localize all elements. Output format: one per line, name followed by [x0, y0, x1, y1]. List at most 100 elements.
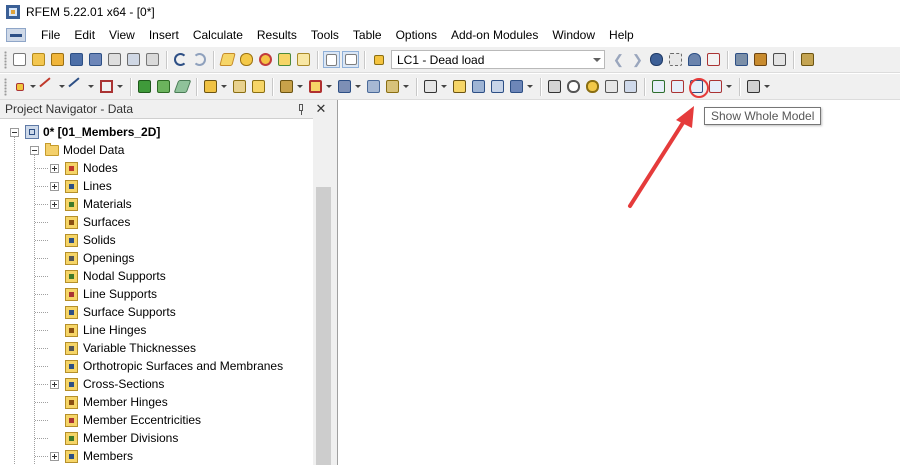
move-button[interactable] [546, 78, 563, 95]
printout-report-button[interactable] [125, 51, 142, 68]
menu-file[interactable]: File [34, 24, 67, 46]
tree-item-row[interactable]: Openings [50, 249, 134, 267]
tree-item-row[interactable]: Members [50, 447, 133, 465]
new-line-button[interactable] [39, 77, 58, 96]
chevron-down-icon[interactable] [527, 85, 533, 88]
view-in-minus-y-button[interactable] [707, 78, 724, 95]
view-in-x-button[interactable] [650, 78, 667, 95]
collapse-icon[interactable] [30, 145, 39, 155]
tree-item-row[interactable]: Orthotropic Surfaces and Membranes [50, 357, 283, 375]
new-member-button[interactable] [68, 77, 87, 96]
display-values-button[interactable] [667, 51, 684, 68]
expand-icon[interactable] [50, 451, 59, 461]
check-button[interactable] [276, 51, 293, 68]
tree-item-row[interactable]: Surfaces [50, 213, 130, 231]
tree-item-row[interactable]: Nodal Supports [50, 267, 166, 285]
expand-icon[interactable] [50, 163, 59, 173]
chevron-down-icon[interactable] [117, 85, 123, 88]
expand-icon[interactable] [50, 379, 59, 389]
animation-button[interactable] [733, 51, 750, 68]
tree-item-row[interactable]: Line Hinges [50, 321, 146, 339]
tree-item-row[interactable]: Variable Thicknesses [50, 339, 196, 357]
tree-item-row[interactable]: Solids [50, 231, 116, 249]
load-wizard-button[interactable] [202, 78, 219, 95]
system-menu-icon[interactable] [6, 28, 26, 42]
surface-loads-button[interactable] [250, 78, 267, 95]
result-combination-button[interactable] [384, 78, 401, 95]
copy-window-button[interactable] [295, 51, 312, 68]
results-on-off-button[interactable] [648, 51, 665, 68]
calculate-button[interactable] [422, 78, 439, 95]
show-results-button[interactable] [686, 51, 703, 68]
next-load-case-button[interactable]: ❯ [629, 51, 646, 68]
tree-item-row[interactable]: Lines [50, 177, 112, 195]
chevron-down-icon[interactable] [59, 85, 65, 88]
edit-pencil-button[interactable] [219, 51, 236, 68]
show-navigator-button[interactable] [323, 51, 340, 68]
save-all-button[interactable] [87, 51, 104, 68]
menu-add-on-modules[interactable]: Add-on Modules [444, 24, 545, 46]
menu-view[interactable]: View [102, 24, 142, 46]
scrollbar-thumb[interactable] [316, 187, 331, 465]
target-button[interactable] [257, 51, 274, 68]
print-button[interactable] [106, 51, 123, 68]
result-values-button[interactable] [705, 51, 722, 68]
previous-load-case-button[interactable]: ❮ [610, 51, 627, 68]
section-cut-button[interactable] [752, 51, 769, 68]
close-icon[interactable]: ✕ [315, 102, 327, 115]
chevron-down-icon[interactable] [30, 85, 36, 88]
redo-button[interactable] [191, 51, 208, 68]
frame-button[interactable] [307, 78, 324, 95]
tree-model-data-row[interactable]: Model Data [30, 141, 124, 159]
load-case-dropdown[interactable]: LC1 - Dead load [391, 50, 605, 69]
view-in-y-button[interactable] [669, 78, 686, 95]
save-button[interactable] [68, 51, 85, 68]
menu-tools[interactable]: Tools [304, 24, 346, 46]
tree-item-row[interactable]: Materials [50, 195, 132, 213]
tree-item-row[interactable]: Line Supports [50, 285, 157, 303]
rendering-button[interactable] [745, 78, 762, 95]
expand-icon[interactable] [50, 181, 59, 191]
tree-item-row[interactable]: Nodes [50, 159, 118, 177]
smooth-ranges-button[interactable] [771, 51, 788, 68]
menu-table[interactable]: Table [346, 24, 389, 46]
new-hinge-button[interactable] [155, 78, 172, 95]
chevron-down-icon[interactable] [326, 85, 332, 88]
chevron-down-icon[interactable] [441, 85, 447, 88]
view-in-z-button[interactable] [688, 78, 705, 95]
chevron-down-icon[interactable] [589, 51, 604, 68]
tree-item-row[interactable]: Member Hinges [50, 393, 168, 411]
print-graphic-button[interactable] [144, 51, 161, 68]
open-file-button[interactable] [30, 51, 47, 68]
cube-view-button[interactable] [622, 78, 639, 95]
load-case-button[interactable] [278, 78, 295, 95]
imperfection-button[interactable] [365, 78, 382, 95]
toolbar-grip[interactable] [4, 77, 7, 96]
chevron-down-icon[interactable] [403, 85, 409, 88]
tree-project-row[interactable]: 0* [01_Members_2D] [10, 123, 160, 141]
new-support-button[interactable] [136, 78, 153, 95]
show-whole-model-button[interactable] [584, 78, 601, 95]
menu-window[interactable]: Window [545, 24, 602, 46]
tree-item-row[interactable]: Member Divisions [50, 429, 178, 447]
menu-calculate[interactable]: Calculate [186, 24, 250, 46]
new-surface-button[interactable] [173, 78, 192, 95]
show-tables-button[interactable] [342, 51, 359, 68]
collapse-icon[interactable] [10, 127, 19, 137]
member-loads-button[interactable] [231, 78, 248, 95]
results-table-button[interactable] [508, 78, 525, 95]
tree-item-row[interactable]: Cross-Sections [50, 375, 164, 393]
select-search-button[interactable] [238, 51, 255, 68]
undo-button[interactable] [172, 51, 189, 68]
toolbar-grip[interactable] [4, 50, 7, 69]
mesh-refine-button[interactable] [470, 78, 487, 95]
mesh-settings-button[interactable] [489, 78, 506, 95]
new-file-button[interactable] [11, 51, 28, 68]
open-project-button[interactable] [49, 51, 66, 68]
nodal-load-button[interactable] [336, 78, 353, 95]
zoom-button[interactable] [565, 78, 582, 95]
expand-icon[interactable] [50, 199, 59, 209]
pin-icon[interactable] [296, 103, 307, 115]
panel-button[interactable] [799, 51, 816, 68]
mesh-button[interactable] [451, 78, 468, 95]
